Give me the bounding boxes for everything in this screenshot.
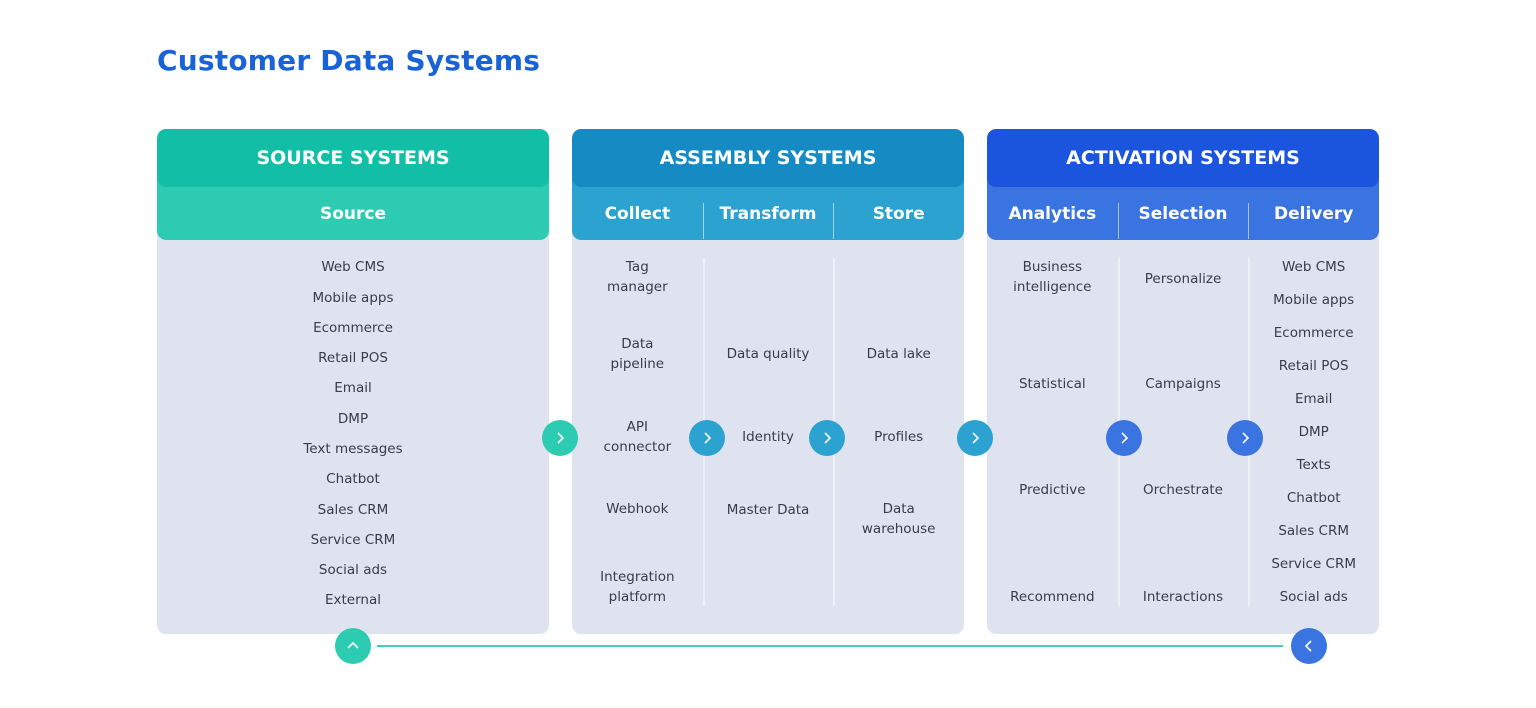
list-item: Data pipeline — [610, 336, 665, 372]
column-label-delivery: Delivery — [1248, 187, 1379, 240]
list-item: Ecommerce — [1273, 325, 1354, 341]
panel-title: ACTIVATION SYSTEMS — [987, 129, 1379, 187]
arrow-selection-to-delivery — [1227, 420, 1263, 456]
list-item: Text messages — [303, 441, 403, 457]
list-item: Data quality — [726, 346, 810, 362]
panel-header: ACTIVATION SYSTEMS Analytics Selection D… — [987, 129, 1379, 240]
list-item: Ecommerce — [313, 320, 393, 336]
column-label-collect: Collect — [604, 203, 671, 224]
chevron-right-icon — [704, 432, 712, 444]
arrow-assembly-to-activation — [957, 420, 993, 456]
column-label-transform: Transform — [702, 187, 834, 240]
list-item: Service CRM — [1271, 556, 1356, 572]
list-item: API connector — [603, 419, 672, 455]
list-item: Service CRM — [310, 532, 396, 548]
panel-header: SOURCE SYSTEMS Source — [157, 129, 549, 240]
list-item: Mobile apps — [1273, 292, 1355, 308]
chevron-right-icon — [972, 432, 980, 444]
list-item: Profiles — [874, 429, 924, 445]
chevron-right-icon — [824, 432, 832, 444]
column-store: Data lake Profiles Data warehouse — [833, 240, 964, 634]
list-item: Tag manager — [606, 259, 668, 295]
column-collect: Tag manager Data pipeline API connector Webhoo… — [572, 240, 703, 634]
list-item: Email — [1294, 391, 1333, 407]
panel-body: Web CMS Mobile apps Ecommerce Retail POS Ema… — [157, 240, 549, 634]
list-item: Integration platform — [600, 569, 675, 605]
column-source: Web CMS Mobile apps Ecommerce Retail POS Ema… — [157, 240, 549, 634]
list-item: Webhook — [606, 501, 669, 517]
list-item: Mobile apps — [312, 290, 394, 306]
panel-activation-systems: ACTIVATION SYSTEMS Analytics Selection D… — [987, 129, 1379, 634]
column-analytics: Business intelligence Statistical Predictiv… — [987, 240, 1118, 634]
list-item: Retail POS — [318, 350, 388, 366]
chevron-left-icon — [1304, 640, 1312, 652]
panel-assembly-systems: ASSEMBLY SYSTEMS Collect Transform Store… — [572, 129, 964, 634]
panel-header: ASSEMBLY SYSTEMS Collect Transform Store — [572, 129, 964, 240]
list-item: Sales CRM — [317, 502, 389, 518]
feedback-connector-line — [377, 645, 1283, 647]
chevron-right-icon — [1121, 432, 1129, 444]
chevron-up-icon — [347, 641, 359, 649]
list-item: Retail POS — [1278, 358, 1349, 374]
panel-source-systems: SOURCE SYSTEMS Source Web CMS Mobile apps… — [157, 129, 549, 634]
panel-subheader: Source — [157, 179, 549, 240]
arrow-feedback-end — [1291, 628, 1327, 664]
panel-body: Tag manager Data pipeline API connector Webhoo… — [572, 240, 964, 634]
arrow-source-to-assembly — [542, 420, 578, 456]
list-item: Web CMS — [321, 259, 385, 275]
list-item: Web CMS — [1281, 259, 1346, 275]
list-item: Chatbot — [326, 471, 380, 487]
panel-body: Business intelligence Statistical Predictiv… — [987, 240, 1379, 634]
panel-title: SOURCE SYSTEMS — [157, 129, 549, 187]
list-item: Personalize — [1144, 271, 1222, 287]
list-item: Recommend — [1010, 589, 1095, 605]
list-item: Chatbot — [1286, 490, 1341, 506]
arrow-feedback-start — [335, 628, 371, 664]
list-item: Predictive — [1019, 482, 1086, 498]
arrow-transform-to-store — [809, 420, 845, 456]
list-item: Sales CRM — [1278, 523, 1350, 539]
list-item: DMP — [1298, 424, 1329, 440]
arrow-analytics-to-selection — [1106, 420, 1142, 456]
chevron-right-icon — [1242, 432, 1250, 444]
list-item: DMP — [337, 411, 369, 427]
list-item: Email — [334, 380, 372, 396]
column-label-store: Store — [833, 187, 964, 240]
chevron-right-icon — [557, 432, 565, 444]
list-item: Interactions — [1142, 589, 1224, 605]
column-delivery: Web CMS Mobile apps Ecommerce Retail POS Ema… — [1248, 240, 1379, 634]
list-item: Data warehouse — [861, 501, 936, 537]
list-item: External — [324, 592, 381, 608]
list-item: Master Data — [726, 502, 810, 518]
list-item: Social ads — [1279, 589, 1348, 605]
page-title: Customer Data Systems — [157, 44, 541, 77]
list-item: Statistical — [1018, 376, 1086, 392]
list-item: Data lake — [866, 346, 931, 362]
panel-title: ASSEMBLY SYSTEMS — [572, 129, 964, 187]
list-item: Social ads — [318, 562, 388, 578]
panel-subheader: Analytics Selection Delivery — [987, 179, 1379, 240]
list-item: Business intelligence — [1013, 259, 1092, 295]
column-label-selection: Selection — [1117, 187, 1249, 240]
column-label-source: Source — [319, 203, 387, 224]
list-item: Campaigns — [1145, 376, 1221, 392]
column-label-analytics: Analytics — [1008, 203, 1097, 224]
arrow-collect-to-transform — [689, 420, 725, 456]
list-item: Orchestrate — [1143, 482, 1223, 498]
panel-subheader: Collect Transform Store — [572, 179, 964, 240]
list-item: Texts — [1296, 457, 1331, 473]
